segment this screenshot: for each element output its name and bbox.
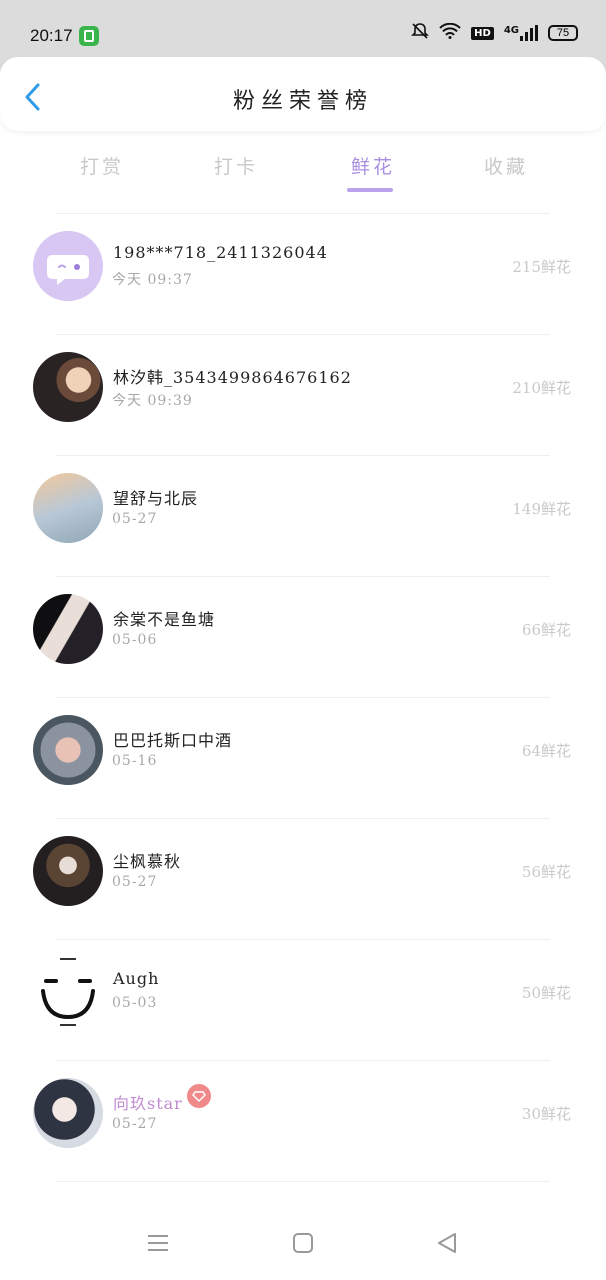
- user-name: 望舒与北辰: [113, 489, 199, 508]
- user-date: 05-06: [112, 632, 158, 648]
- flower-count: 66鲜花: [521, 621, 571, 639]
- user-date: 今天 09:39: [112, 393, 193, 409]
- divider: [55, 576, 550, 577]
- list-item[interactable]: 198***718_2411326044 今天 09:37 215鲜花: [0, 213, 606, 334]
- user-name: 巴巴托斯口中酒: [113, 731, 233, 750]
- tab-favorites[interactable]: 收藏: [484, 152, 528, 179]
- avatar[interactable]: [33, 352, 103, 422]
- avatar[interactable]: [33, 594, 103, 664]
- header-bar: 粉丝荣誉榜: [0, 57, 606, 131]
- user-date: 今天 09:37: [112, 272, 193, 288]
- mute-icon: [411, 22, 430, 44]
- tab-flowers[interactable]: 鲜花: [351, 152, 395, 179]
- list-item[interactable]: 余棠不是鱼塘 05-06 66鲜花: [0, 576, 606, 697]
- hd-icon: HD: [471, 26, 494, 40]
- user-date: 05-27: [112, 511, 158, 527]
- flower-count: 64鲜花: [521, 742, 571, 760]
- divider: [55, 1060, 550, 1061]
- menu-button[interactable]: [143, 1230, 173, 1256]
- list-item-partial: [0, 1181, 606, 1205]
- network-label: 4G: [503, 25, 519, 36]
- user-name: 尘枫慕秋: [113, 852, 182, 871]
- user-date: 05-27: [112, 874, 158, 890]
- flower-count: 30鲜花: [521, 1105, 571, 1123]
- avatar[interactable]: [33, 957, 103, 1027]
- user-name: Augh: [113, 969, 160, 988]
- home-square-icon: [293, 1233, 313, 1253]
- status-time: 20:17: [30, 26, 73, 45]
- battery-icon: 75: [548, 25, 578, 41]
- tab-checkin[interactable]: 打卡: [214, 152, 258, 179]
- list-item[interactable]: 尘枫慕秋 05-27 56鲜花: [0, 818, 606, 939]
- divider: [55, 455, 550, 456]
- app-notification-icon: [79, 26, 99, 46]
- back-triangle-icon: [438, 1233, 456, 1253]
- chat-bubble-icon: [47, 255, 89, 285]
- list-item[interactable]: 林汐韩_3543499864676162 今天 09:39 210鲜花: [0, 334, 606, 455]
- avatar[interactable]: [33, 715, 103, 785]
- user-name: 林汐韩_3543499864676162: [113, 368, 352, 387]
- user-name: 余棠不是鱼塘: [113, 610, 216, 629]
- list-item[interactable]: 向玖star 05-27 30鲜花: [0, 1060, 606, 1181]
- avatar[interactable]: [33, 836, 103, 906]
- divider: [55, 939, 550, 940]
- avatar[interactable]: [33, 231, 103, 301]
- flower-count: 56鲜花: [521, 863, 571, 881]
- tab-bar: 打赏 打卡 鲜花 收藏: [0, 140, 606, 200]
- list-item[interactable]: 巴巴托斯口中酒 05-16 64鲜花: [0, 697, 606, 818]
- diamond-icon: [192, 1091, 206, 1102]
- avatar[interactable]: [33, 473, 103, 543]
- tab-tips[interactable]: 打赏: [80, 152, 124, 179]
- user-date: 05-16: [112, 753, 158, 769]
- system-nav-bar: [0, 1205, 606, 1280]
- divider: [55, 334, 550, 335]
- avatar[interactable]: [33, 1078, 103, 1148]
- list-item[interactable]: Augh 05-03 50鲜花: [0, 939, 606, 1060]
- user-date: 05-27: [112, 1116, 158, 1132]
- divider: [55, 818, 550, 819]
- divider: [55, 697, 550, 698]
- menu-icon: [148, 1235, 168, 1251]
- vip-badge: [187, 1084, 211, 1108]
- divider: [55, 213, 550, 214]
- list-item[interactable]: 望舒与北辰 05-27 149鲜花: [0, 455, 606, 576]
- smiley-face-icon: [41, 958, 95, 1026]
- user-name: 向玖star: [113, 1094, 183, 1113]
- flower-count: 215鲜花: [512, 258, 571, 276]
- page-title: 粉丝荣誉榜: [232, 89, 373, 114]
- flower-count: 210鲜花: [512, 379, 571, 397]
- wifi-icon: [439, 22, 461, 43]
- user-date: 05-03: [112, 995, 158, 1011]
- signal-icon: 4G: [504, 25, 538, 41]
- home-button[interactable]: [288, 1230, 318, 1256]
- divider: [55, 1181, 550, 1182]
- user-name: 198***718_2411326044: [113, 243, 328, 262]
- active-tab-indicator: [347, 188, 393, 192]
- flower-count: 149鲜花: [512, 500, 571, 518]
- status-icons: HD 4G 75: [411, 22, 578, 44]
- back-nav-button[interactable]: [432, 1230, 462, 1256]
- flower-count: 50鲜花: [521, 984, 571, 1002]
